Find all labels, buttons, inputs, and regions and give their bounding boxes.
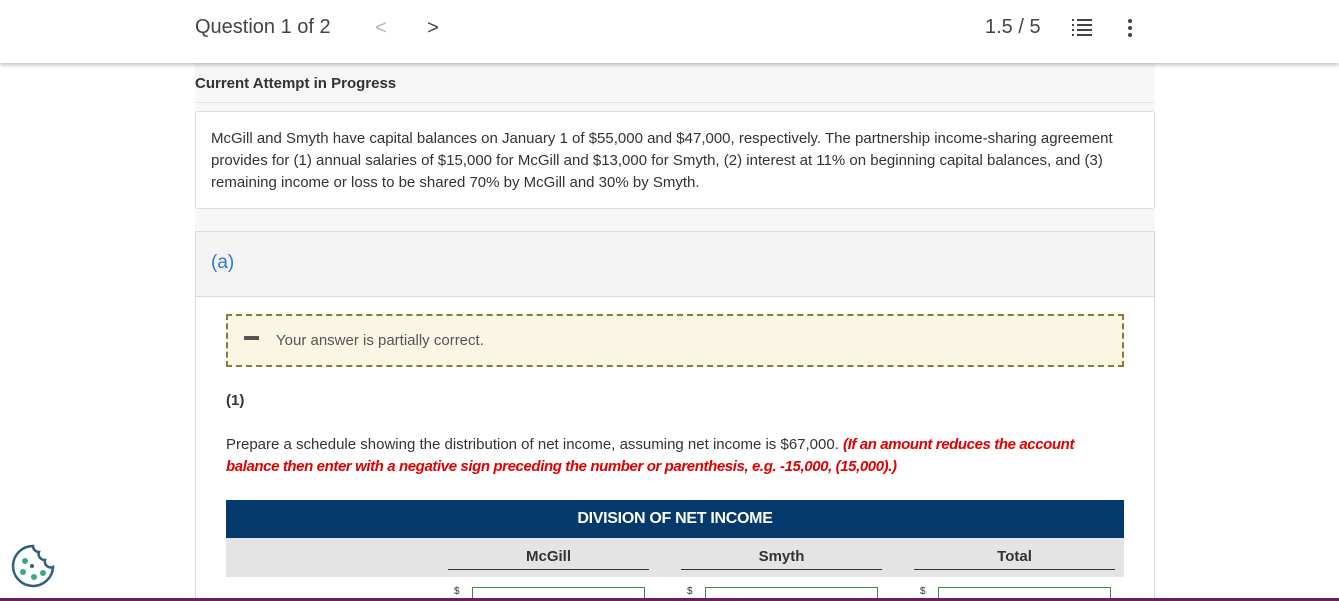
part-header: (a)	[196, 232, 1154, 297]
problem-statement: McGill and Smyth have capital balances o…	[195, 111, 1155, 209]
partial-correct-icon	[244, 336, 259, 340]
table-title: DIVISION OF NET INCOME	[226, 500, 1124, 538]
top-bar: Question 1 of 2 < > 1.5 / 5	[0, 0, 1339, 63]
column-header-mcgill: McGill	[448, 548, 649, 570]
column-header-total: Total	[914, 548, 1115, 570]
question-counter: Question 1 of 2	[195, 16, 331, 38]
divider	[195, 102, 1155, 103]
part-a-section: (a) Your answer is partially correct. (1…	[195, 231, 1155, 601]
chevron-left-icon: <	[375, 16, 387, 39]
currency-symbol: $	[687, 586, 693, 597]
previous-question-button[interactable]: <	[369, 14, 393, 42]
chevron-right-icon: >	[427, 16, 439, 39]
next-question-button[interactable]: >	[421, 14, 445, 42]
more-vertical-icon[interactable]	[1120, 15, 1140, 41]
instruction-text: Prepare a schedule showing the distribut…	[226, 436, 844, 453]
part-label: (a)	[211, 252, 235, 273]
currency-symbol: $	[920, 586, 926, 597]
question-content: Current Attempt in Progress McGill and S…	[195, 63, 1155, 601]
currency-symbol: $	[454, 586, 460, 597]
problem-text: McGill and Smyth have capital balances o…	[211, 130, 1113, 191]
list-icon[interactable]	[1071, 17, 1093, 39]
feedback-text: Your answer is partially correct.	[276, 332, 484, 349]
column-header-smyth: Smyth	[681, 548, 882, 570]
attempt-status: Current Attempt in Progress	[195, 75, 397, 92]
cookie-icon[interactable]	[10, 543, 56, 589]
score-display: 1.5 / 5	[985, 16, 1041, 38]
instructions: Prepare a schedule showing the distribut…	[226, 434, 1106, 478]
feedback-box: Your answer is partially correct.	[226, 314, 1124, 367]
sub-question-number: (1)	[226, 392, 245, 409]
table-column-headers: McGill Smyth Total	[226, 538, 1124, 577]
